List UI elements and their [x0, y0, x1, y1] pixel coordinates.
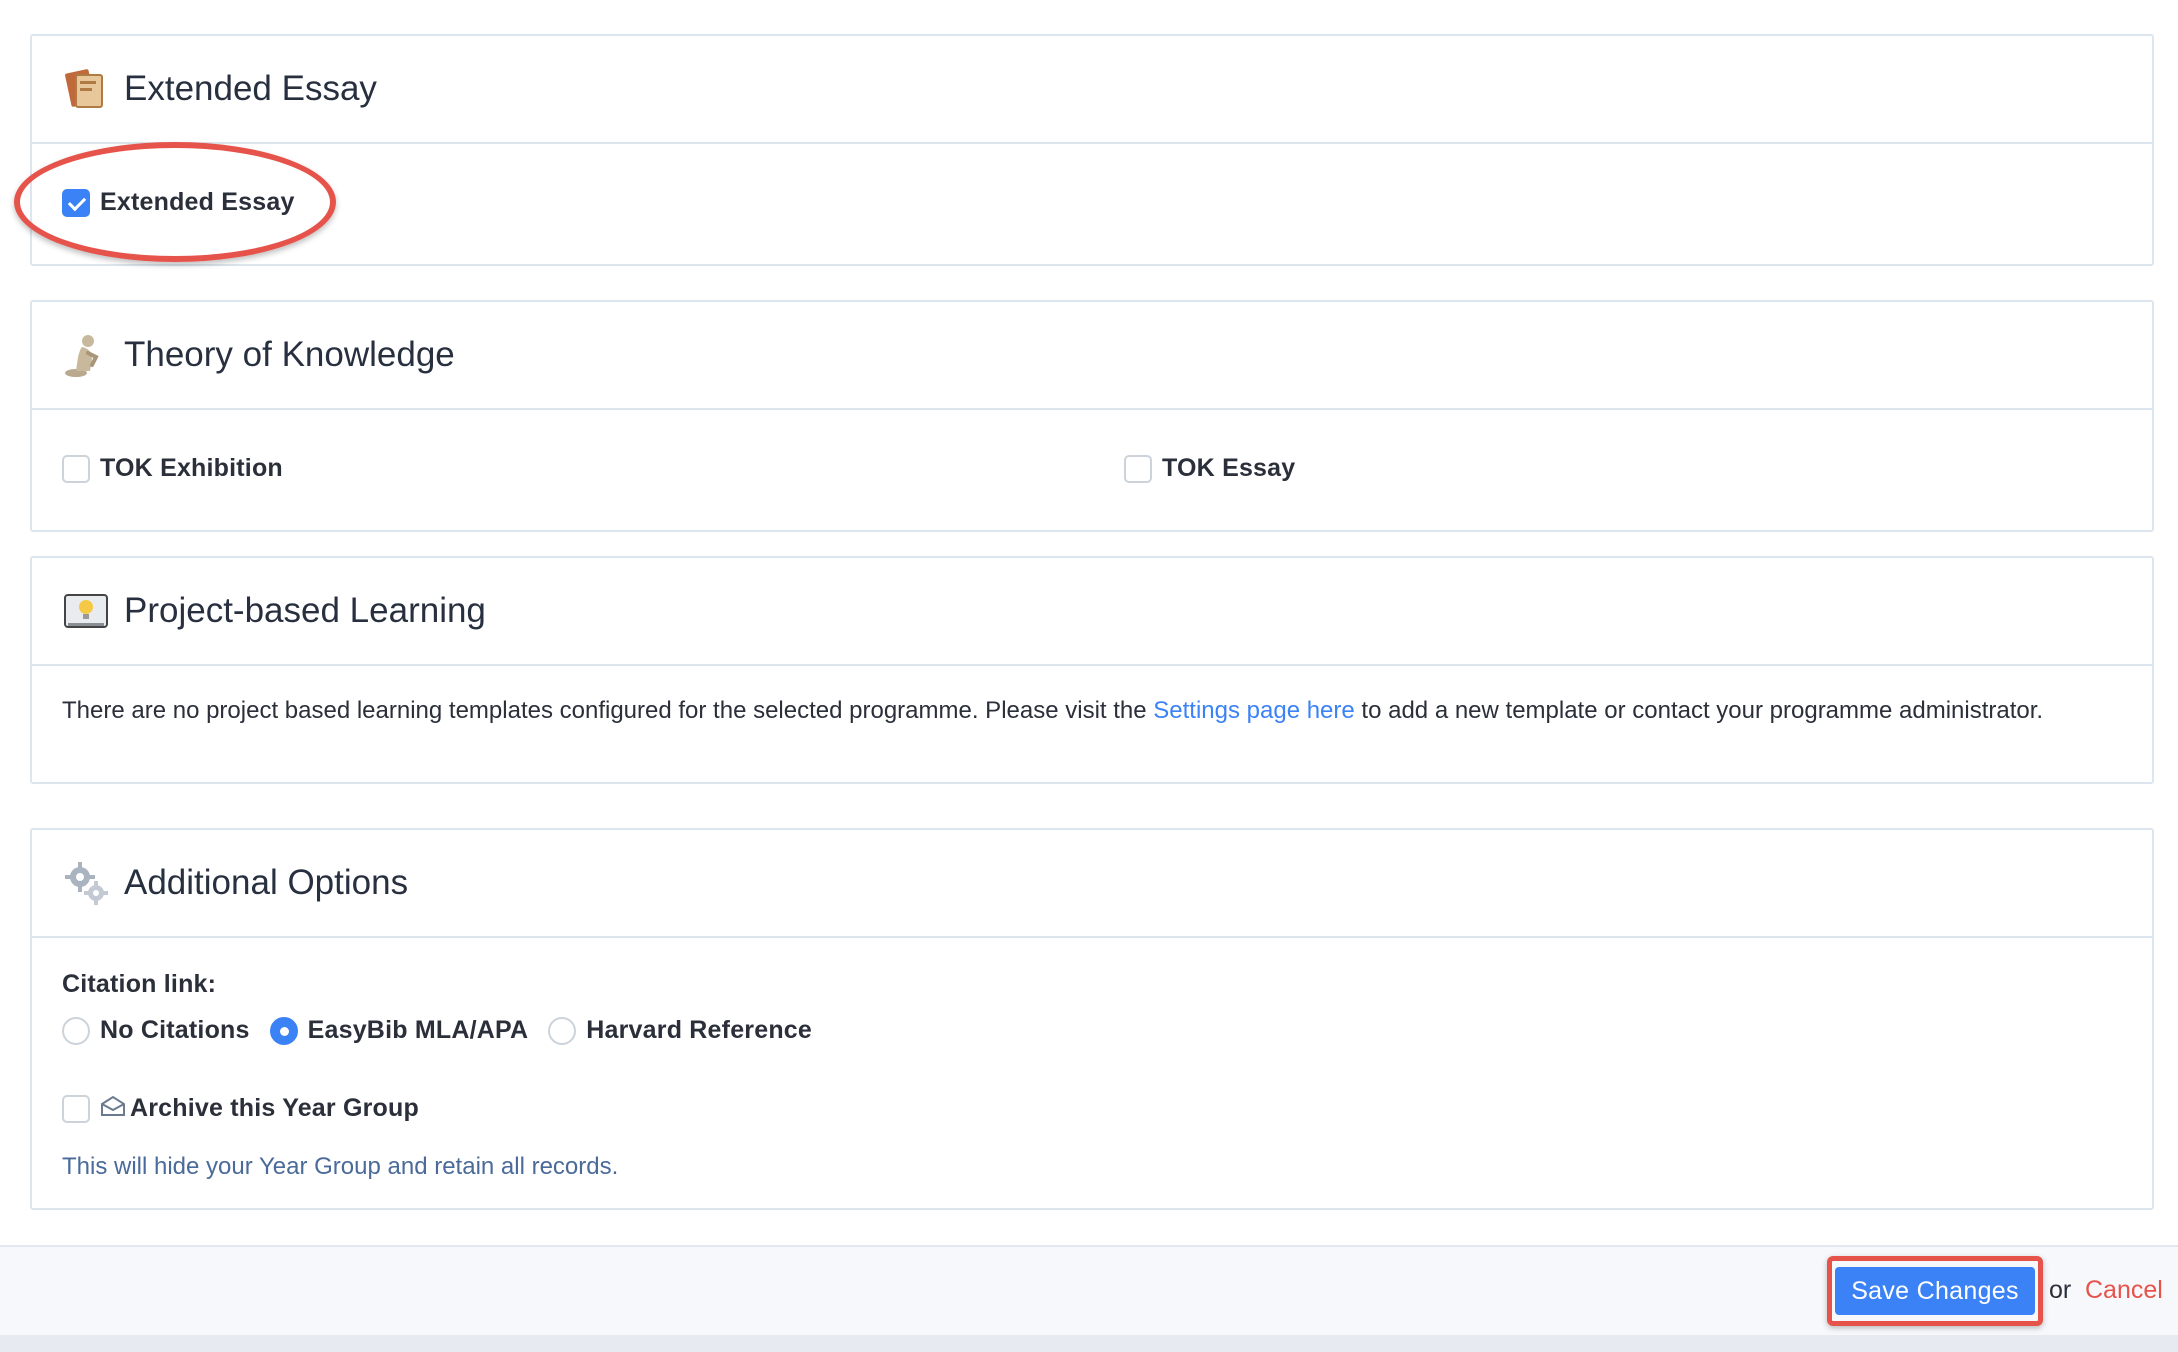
archive-help-text: This will hide your Year Group and retai…: [62, 1153, 619, 1180]
harvard-reference-radio[interactable]: [548, 1016, 577, 1045]
pbl-message: There are no project based learning temp…: [62, 697, 2044, 724]
save-changes-button[interactable]: Save Changes: [1835, 1267, 2035, 1315]
tok-panel: Theory of Knowledge TOK Exhibition TOK E…: [30, 300, 2154, 532]
extended-essay-body: Extended Essay: [32, 144, 2152, 264]
settings-page-link[interactable]: Settings page here: [1153, 697, 1354, 724]
archive-checkbox[interactable]: [62, 1094, 90, 1123]
extended-essay-label[interactable]: Extended Essay: [100, 188, 295, 217]
citation-radio-group: No Citations EasyBib MLA/APA Harvard Ref…: [62, 1016, 812, 1045]
additional-options-header: Additional Options: [32, 830, 2152, 938]
citation-label-row: Citation link:: [62, 970, 216, 999]
panel-title: Extended Essay: [124, 69, 377, 108]
pbl-body: There are no project based learning temp…: [32, 666, 2152, 728]
extended-essay-option[interactable]: Extended Essay: [62, 188, 295, 217]
tok-header: Theory of Knowledge: [32, 302, 2152, 410]
tok-exhibition-label[interactable]: TOK Exhibition: [100, 454, 283, 483]
panel-title: Project-based Learning: [124, 591, 486, 630]
pbl-header: Project-based Learning: [32, 558, 2152, 666]
archive-help-row: This will hide your Year Group and retai…: [62, 1150, 618, 1184]
additional-options-body: Citation link: No Citations EasyBib MLA/…: [32, 938, 2152, 1208]
no-citations-label[interactable]: No Citations: [100, 1016, 250, 1045]
extended-essay-checkbox[interactable]: [62, 188, 90, 217]
tok-exhibition-option[interactable]: TOK Exhibition: [62, 454, 283, 483]
lightbulb-board-icon: [62, 587, 110, 635]
additional-options-panel: Additional Options Citation link: No Cit…: [30, 828, 2154, 1210]
archive-option[interactable]: Archive this Year Group: [62, 1094, 419, 1123]
harvard-reference-label[interactable]: Harvard Reference: [586, 1016, 812, 1045]
tok-exhibition-checkbox[interactable]: [62, 454, 90, 483]
panel-title: Theory of Knowledge: [124, 335, 455, 374]
extended-essay-header: Extended Essay: [32, 36, 2152, 144]
books-icon: [62, 65, 110, 113]
tok-essay-label[interactable]: TOK Essay: [1162, 454, 1295, 483]
or-text: or: [2049, 1276, 2072, 1304]
no-citations-radio[interactable]: [62, 1016, 90, 1045]
citation-link-label: Citation link:: [62, 970, 217, 998]
gears-icon: [62, 859, 110, 907]
pbl-panel: Project-based Learning There are no proj…: [30, 556, 2154, 784]
archive-label[interactable]: Archive this Year Group: [130, 1094, 419, 1123]
bottom-strip: [0, 1335, 2178, 1352]
tok-body: TOK Exhibition TOK Essay: [32, 410, 2152, 530]
cancel-link[interactable]: Cancel: [2085, 1276, 2163, 1305]
tok-essay-option[interactable]: TOK Essay: [1124, 454, 1295, 483]
easybib-label[interactable]: EasyBib MLA/APA: [308, 1016, 529, 1045]
easybib-radio[interactable]: [269, 1016, 298, 1045]
extended-essay-panel: Extended Essay Extended Essay: [30, 34, 2154, 266]
thinker-statue-icon: [62, 331, 110, 379]
tok-essay-checkbox[interactable]: [1124, 454, 1152, 483]
panel-title: Additional Options: [124, 863, 409, 902]
archive-envelope-icon: [100, 1095, 126, 1122]
